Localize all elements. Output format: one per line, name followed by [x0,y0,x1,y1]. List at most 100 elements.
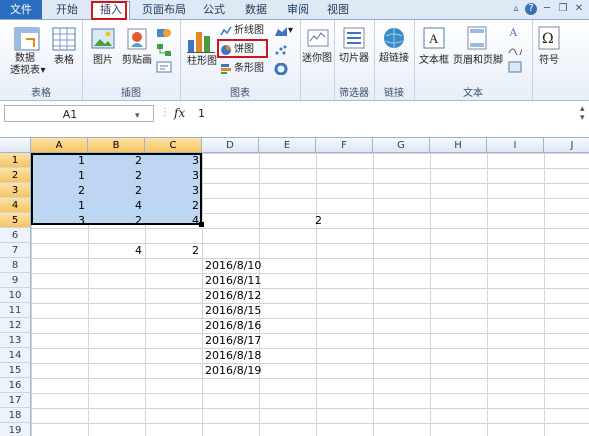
signature-line-icon[interactable] [508,43,522,55]
tab-view[interactable]: 视图 [320,2,356,18]
worksheet-grid[interactable]: A B C D E F G H I J 1 2 3 4 5 6 7 8 9 10… [0,138,589,436]
tab-data[interactable]: 数据 [238,2,274,18]
row-header-6[interactable]: 6 [0,228,31,243]
row-header-7[interactable]: 7 [0,243,31,258]
cell-b4[interactable]: 4 [88,198,145,213]
row-header-16[interactable]: 16 [0,378,31,393]
smartart-icon[interactable] [156,43,172,57]
cell-d8[interactable]: 2016/8/10 [202,258,272,273]
insert-function-button[interactable]: fx [174,105,185,122]
screenshot-icon[interactable] [156,60,172,74]
column-header-d[interactable]: D [202,138,259,153]
cell-c2[interactable]: 3 [145,168,202,183]
cell-b2[interactable]: 2 [88,168,145,183]
row-header-10[interactable]: 10 [0,288,31,303]
column-header-e[interactable]: E [259,138,316,153]
area-chart-dropdown[interactable]: ▾ [288,24,293,38]
slicer-button[interactable]: 切片器 [334,53,374,65]
cell-a3[interactable]: 2 [31,183,88,198]
row-header-11[interactable]: 11 [0,303,31,318]
column-header-i[interactable]: I [487,138,544,153]
tab-formulas[interactable]: 公式 [196,2,232,18]
name-box-dropdown-icon[interactable]: ▾ [135,111,140,121]
column-header-f[interactable]: F [316,138,373,153]
clip-art-button[interactable]: 剪贴画 [120,55,154,67]
cell-d9[interactable]: 2016/8/11 [202,273,272,288]
text-box-button[interactable]: 文本框 [416,55,452,67]
cell-c1[interactable]: 3 [145,153,202,168]
row-header-3[interactable]: 3 [0,183,31,198]
column-header-j[interactable]: J [544,138,589,153]
cell-e5[interactable]: 2 [259,213,325,228]
table-button[interactable]: 表格 [48,55,80,67]
cell-b1[interactable]: 2 [88,153,145,168]
cell-c3[interactable]: 3 [145,183,202,198]
collapse-ribbon-icon[interactable]: ▵ [510,3,522,15]
scatter-chart-icon[interactable] [274,44,288,56]
cell-a2[interactable]: 1 [31,168,88,183]
row-header-18[interactable]: 18 [0,408,31,423]
cell-a4[interactable]: 1 [31,198,88,213]
row-header-13[interactable]: 13 [0,333,31,348]
column-chart-button[interactable]: 柱形图 [182,56,222,68]
row-header-4[interactable]: 4 [0,198,31,213]
name-box[interactable]: A1 ▾ [4,105,154,122]
group-links: 超链接 链接 [374,20,415,100]
bar-chart-button[interactable]: 条形图 [234,62,264,76]
close-icon[interactable]: ✕ [573,3,585,15]
row-header-9[interactable]: 9 [0,273,31,288]
pivot-table-icon [14,27,40,51]
column-header-a[interactable]: A [31,138,88,153]
cell-b5[interactable]: 2 [88,213,145,228]
area-chart-icon[interactable] [274,25,288,37]
tab-page-layout[interactable]: 页面布局 [138,2,190,18]
object-icon[interactable] [508,61,522,73]
formula-input[interactable]: 1 [194,105,582,122]
cell-d10[interactable]: 2016/8/12 [202,288,272,303]
cell-d13[interactable]: 2016/8/17 [202,333,272,348]
picture-button[interactable]: 图片 [86,55,120,67]
help-icon[interactable]: ? [525,3,537,15]
shapes-icon[interactable] [156,26,172,40]
cell-d14[interactable]: 2016/8/18 [202,348,272,363]
expand-formula-bar-icon[interactable]: ▴ ▾ [580,105,585,123]
cell-d11[interactable]: 2016/8/15 [202,303,272,318]
column-header-b[interactable]: B [88,138,145,153]
row-header-2[interactable]: 2 [0,168,31,183]
tab-file[interactable]: 文件 [0,0,42,19]
row-header-15[interactable]: 15 [0,363,31,378]
hyperlink-button[interactable]: 超链接 [374,53,414,65]
row-header-12[interactable]: 12 [0,318,31,333]
header-footer-button[interactable]: 页眉和页脚 [450,55,506,67]
other-charts-icon[interactable] [274,63,288,75]
row-header-5[interactable]: 5 [0,213,31,228]
wordart-icon[interactable]: A [508,25,522,37]
row-header-14[interactable]: 14 [0,348,31,363]
tab-home[interactable]: 开始 [48,2,86,18]
column-header-c[interactable]: C [145,138,202,153]
cell-c7[interactable]: 2 [145,243,202,258]
select-all-corner[interactable] [0,138,31,153]
cell-b7[interactable]: 4 [88,243,145,258]
minimize-icon[interactable]: ─ [541,3,553,15]
symbol-button[interactable]: 符号 [532,55,566,67]
row-header-17[interactable]: 17 [0,393,31,408]
sparkline-icon [307,29,329,47]
row-header-19[interactable]: 19 [0,423,31,436]
restore-icon[interactable]: ❐ [557,3,569,15]
cell-b3[interactable]: 2 [88,183,145,198]
tab-review[interactable]: 审阅 [280,2,316,18]
cell-a5[interactable]: 3 [31,213,88,228]
cell-c5[interactable]: 4 [145,213,202,228]
line-chart-button[interactable]: 折线图 [234,24,264,38]
cell-a1[interactable]: 1 [31,153,88,168]
cell-c4[interactable]: 2 [145,198,202,213]
column-header-g[interactable]: G [373,138,430,153]
row-header-1[interactable]: 1 [0,153,31,168]
pivot-dropdown-icon[interactable]: ▾ [38,65,48,77]
sparkline-button[interactable]: 迷你图 [300,53,334,65]
cell-d15[interactable]: 2016/8/19 [202,363,272,378]
row-header-8[interactable]: 8 [0,258,31,273]
column-header-h[interactable]: H [430,138,487,153]
cell-d12[interactable]: 2016/8/16 [202,318,272,333]
